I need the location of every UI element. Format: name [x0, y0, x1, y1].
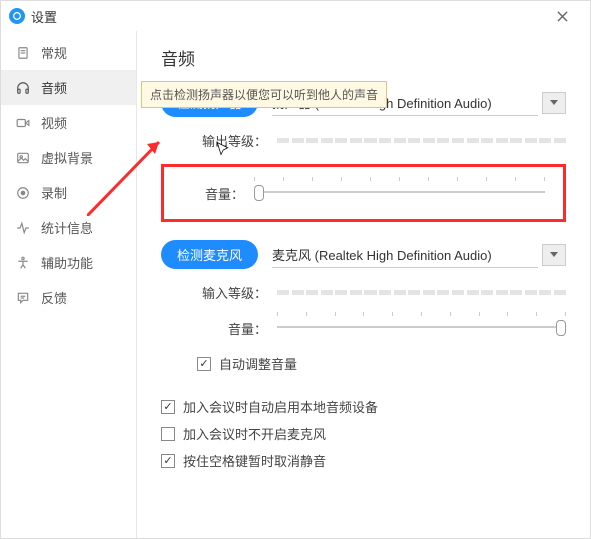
highlight-box: 音量： — [161, 164, 566, 222]
page-title: 音频 — [161, 45, 566, 70]
sidebar: 常规 音频 视频 虚拟背景 录制 统计信息 — [1, 31, 137, 538]
speaker-volume-slider[interactable] — [254, 181, 545, 205]
output-level-meter — [277, 135, 566, 147]
output-level-label: 输出等级： — [197, 131, 267, 150]
speaker-device-dropdown[interactable] — [542, 92, 566, 114]
auto-adjust-label: 自动调整音量 — [219, 354, 297, 373]
sidebar-item-label: 统计信息 — [41, 218, 93, 237]
input-level-label: 输入等级： — [197, 283, 267, 302]
slider-thumb[interactable] — [254, 185, 264, 201]
auto-join-audio-checkbox[interactable] — [161, 400, 175, 414]
option-label: 按住空格键暂时取消静音 — [183, 451, 326, 470]
speaker-volume-label: 音量： — [174, 184, 244, 203]
sidebar-item-label: 常规 — [41, 43, 67, 62]
image-icon — [15, 150, 31, 166]
sidebar-item-feedback[interactable]: 反馈 — [1, 280, 136, 315]
sidebar-item-label: 辅助功能 — [41, 253, 93, 272]
sidebar-item-label: 虚拟背景 — [41, 148, 93, 167]
sidebar-item-accessibility[interactable]: 辅助功能 — [1, 245, 136, 280]
option-label: 加入会议时自动启用本地音频设备 — [183, 397, 378, 416]
sidebar-item-recording[interactable]: 录制 — [1, 175, 136, 210]
close-button[interactable] — [542, 4, 582, 28]
mic-volume-slider[interactable] — [277, 316, 566, 340]
document-icon — [15, 45, 31, 61]
space-unmute-checkbox[interactable] — [161, 454, 175, 468]
activity-icon — [15, 220, 31, 236]
mic-device-dropdown[interactable] — [542, 244, 566, 266]
sidebar-item-stats[interactable]: 统计信息 — [1, 210, 136, 245]
sidebar-item-label: 反馈 — [41, 288, 67, 307]
mic-volume-label: 音量： — [197, 319, 267, 338]
input-level-meter — [277, 287, 566, 299]
slider-thumb[interactable] — [556, 320, 566, 336]
sidebar-item-label: 视频 — [41, 113, 67, 132]
record-icon — [15, 185, 31, 201]
tooltip: 点击检测扬声器以便您可以听到他人的声音 — [141, 81, 387, 108]
sidebar-item-label: 录制 — [41, 183, 67, 202]
auto-adjust-checkbox[interactable] — [197, 357, 211, 371]
sidebar-item-video[interactable]: 视频 — [1, 105, 136, 140]
sidebar-item-virtual-bg[interactable]: 虚拟背景 — [1, 140, 136, 175]
accessibility-icon — [15, 255, 31, 271]
option-label: 加入会议时不开启麦克风 — [183, 424, 326, 443]
mic-device-select[interactable]: 麦克风 (Realtek High Definition Audio) — [272, 242, 538, 268]
feedback-icon — [15, 290, 31, 306]
app-icon — [9, 8, 25, 24]
mute-on-join-checkbox[interactable] — [161, 427, 175, 441]
video-icon — [15, 115, 31, 131]
sidebar-item-audio[interactable]: 音频 — [1, 70, 136, 105]
sidebar-item-label: 音频 — [41, 78, 67, 97]
sidebar-item-general[interactable]: 常规 — [1, 35, 136, 70]
test-mic-button[interactable]: 检测麦克风 — [161, 240, 258, 269]
headphones-icon — [15, 80, 31, 96]
window-title: 设置 — [31, 7, 542, 26]
